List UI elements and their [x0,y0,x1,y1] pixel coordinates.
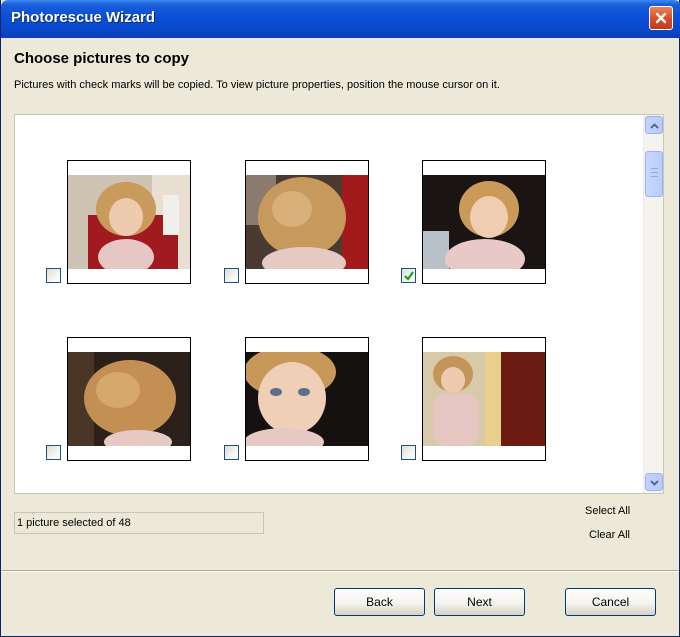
thumbnail-2[interactable] [245,160,369,284]
wizard-content: Choose pictures to copy Pictures with ch… [1,38,679,637]
close-x-icon [655,12,667,24]
thumbnail-1[interactable] [67,160,191,284]
clear-all-link[interactable]: Clear All [589,529,630,541]
window-title: Photorescue Wizard [11,9,156,26]
toddler-photo-4 [68,352,190,446]
thumbnail-checkbox-1[interactable] [46,268,61,283]
thumbnail-3[interactable] [422,160,546,284]
scroll-down-button[interactable] [645,473,663,491]
thumbnail-4[interactable] [67,337,191,461]
back-button[interactable]: Back [334,588,425,616]
grip-line [651,168,658,169]
select-all-link[interactable]: Select All [585,505,630,517]
toddler-photo-6 [423,352,545,446]
footer-divider [1,570,679,572]
title-bar[interactable]: Photorescue Wizard [1,0,680,38]
thumbnail-6[interactable] [422,337,546,461]
scroll-thumb[interactable] [645,151,663,197]
selection-status: 1 picture selected of 48 [14,512,264,534]
toddler-photo-1 [68,175,190,269]
next-button[interactable]: Next [434,588,525,616]
toddler-photo-2 [246,175,368,269]
grip-line [651,172,658,173]
thumbnail-checkbox-4[interactable] [46,445,61,460]
thumbnail-checkbox-2[interactable] [224,268,239,283]
scroll-up-button[interactable] [645,116,663,134]
close-button[interactable] [649,6,673,30]
thumbnail-5[interactable] [245,337,369,461]
toddler-photo-5 [246,352,368,446]
chevron-down-icon [649,475,659,489]
thumbnail-list[interactable] [14,114,664,494]
thumbnail-checkbox-6[interactable] [401,445,416,460]
cancel-button[interactable]: Cancel [565,588,656,616]
chevron-up-icon [649,118,659,132]
vertical-scrollbar[interactable] [643,115,663,493]
toddler-photo-3 [423,175,545,269]
instructions-text: Pictures with check marks will be copied… [14,79,500,91]
thumbnail-checkbox-3[interactable] [401,268,416,283]
grip-line [651,176,658,177]
wizard-window: Photorescue Wizard Choose pictures to co… [0,0,680,637]
thumbnail-checkbox-5[interactable] [224,445,239,460]
page-title: Choose pictures to copy [14,50,190,67]
